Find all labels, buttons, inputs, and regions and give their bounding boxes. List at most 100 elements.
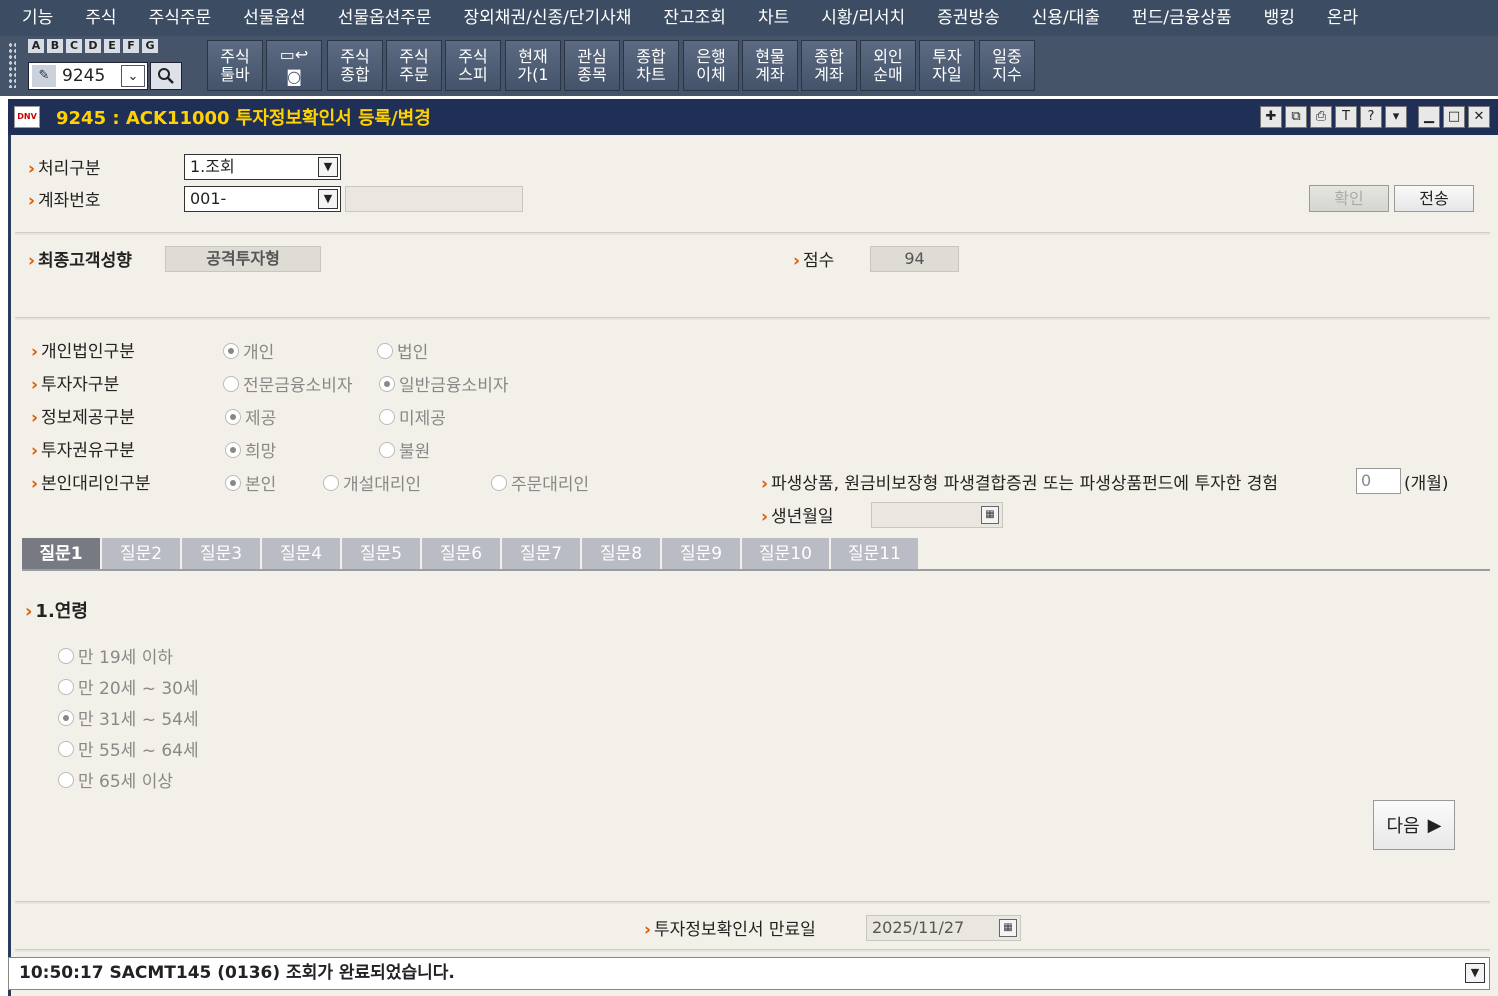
radio-circle[interactable]: [58, 647, 74, 664]
radio-option[interactable]: 개설대리인: [323, 470, 421, 495]
next-button[interactable]: 다음 ▶: [1373, 800, 1455, 850]
radio-circle[interactable]: [379, 441, 395, 458]
menu-item[interactable]: 펀드/금융상품: [1116, 0, 1248, 36]
toolbar-shortcut-button[interactable]: 투자자일: [919, 40, 975, 91]
answer-option[interactable]: 만 31세 ~ 54세: [58, 705, 199, 730]
close-icon[interactable]: ✕: [1468, 106, 1490, 128]
radio-circle[interactable]: [223, 342, 239, 359]
tab-question-4[interactable]: 질문4: [262, 538, 340, 570]
tab-question-5[interactable]: 질문5: [342, 538, 420, 570]
derivatives-months-input[interactable]: 0: [1356, 468, 1401, 494]
radio-option[interactable]: 제공: [225, 404, 276, 429]
screen-number-input[interactable]: 9245: [56, 66, 121, 86]
radio-circle[interactable]: [58, 740, 74, 757]
toolbar-shortcut-button[interactable]: 현재가(1: [505, 40, 561, 91]
menu-item[interactable]: 시황/리서치: [805, 0, 921, 36]
radio-option[interactable]: 희망: [225, 437, 276, 462]
toolbar-shortcut-button[interactable]: 주식주문: [386, 40, 442, 91]
toolbar-shortcut-button[interactable]: 은행이체: [683, 40, 739, 91]
send-button[interactable]: 전송: [1394, 185, 1474, 212]
tab-question-11[interactable]: 질문11: [831, 538, 918, 570]
dropdown-icon[interactable]: ▾: [1385, 106, 1407, 128]
menu-item[interactable]: 증권방송: [921, 0, 1016, 36]
radio-circle[interactable]: [379, 408, 395, 425]
radio-circle[interactable]: [377, 342, 393, 359]
menu-item[interactable]: 뱅킹: [1248, 0, 1311, 36]
toolbar-shortcut-button[interactable]: 현물계좌: [742, 40, 798, 91]
tab-question-10[interactable]: 질문10: [742, 538, 829, 570]
toolbar-shortcut-button[interactable]: 외인순매: [860, 40, 916, 91]
radio-circle[interactable]: [225, 441, 241, 458]
menu-item[interactable]: 신용/대출: [1016, 0, 1116, 36]
screen-group-tab[interactable]: B: [47, 39, 63, 53]
menu-item[interactable]: 잔고조회: [647, 0, 742, 36]
chevron-down-icon[interactable]: ▼: [318, 189, 338, 209]
radio-circle[interactable]: [225, 408, 241, 425]
toolbar-shortcut-button[interactable]: 일중지수: [979, 40, 1035, 91]
screen-group-tab[interactable]: G: [142, 39, 158, 53]
radio-circle[interactable]: [58, 771, 74, 788]
radio-circle[interactable]: [225, 474, 241, 491]
calendar-icon[interactable]: ▦: [999, 919, 1017, 937]
radio-option[interactable]: 일반금융소비자: [379, 371, 508, 396]
tab-question-2[interactable]: 질문2: [102, 538, 180, 570]
answer-option[interactable]: 만 19세 이하: [58, 643, 173, 668]
screen-group-tab[interactable]: E: [104, 39, 120, 53]
birthdate-input[interactable]: ▦: [871, 502, 1003, 528]
menu-item[interactable]: 주식주문: [133, 0, 228, 36]
help-icon[interactable]: ?: [1360, 106, 1382, 128]
radio-option[interactable]: 본인: [225, 470, 276, 495]
pin-icon[interactable]: ✚: [1260, 106, 1282, 128]
radio-option[interactable]: 개인: [223, 338, 274, 363]
toolbar-shortcut-button[interactable]: 종합계좌: [801, 40, 857, 91]
calendar-icon[interactable]: ▦: [981, 506, 999, 524]
chevron-down-icon[interactable]: ▼: [318, 157, 338, 177]
minimize-icon[interactable]: ▁: [1418, 106, 1440, 128]
radio-circle[interactable]: [379, 375, 395, 392]
print-icon[interactable]: ⎙: [1310, 106, 1332, 128]
menu-item[interactable]: 차트: [742, 0, 805, 36]
radio-circle[interactable]: [323, 474, 339, 491]
answer-option[interactable]: 만 55세 ~ 64세: [58, 736, 199, 761]
toolbar-shortcut-button[interactable]: 관심종목: [564, 40, 620, 91]
chevron-down-icon[interactable]: ⌄: [121, 65, 145, 87]
screen-group-tab[interactable]: F: [123, 39, 139, 53]
menu-item[interactable]: 온라: [1311, 0, 1374, 36]
radio-circle[interactable]: [58, 678, 74, 695]
answer-option[interactable]: 만 20세 ~ 30세: [58, 674, 199, 699]
menu-item[interactable]: 선물옵션: [227, 0, 322, 36]
account-select[interactable]: 001- ▼: [184, 186, 341, 212]
menu-item[interactable]: 주식: [69, 0, 132, 36]
maximize-icon[interactable]: □: [1443, 106, 1465, 128]
radio-option[interactable]: 주문대리인: [491, 470, 589, 495]
radio-option[interactable]: 미제공: [379, 404, 446, 429]
edit-icon[interactable]: ✎: [32, 65, 56, 87]
menu-item[interactable]: 장외채권/신종/단기사채: [448, 0, 648, 36]
tab-question-9[interactable]: 질문9: [662, 538, 740, 570]
link-icon[interactable]: ⧉: [1285, 106, 1307, 128]
confirm-button[interactable]: 확인: [1309, 185, 1389, 212]
chevron-down-icon[interactable]: ▼: [1465, 963, 1485, 983]
tab-question-6[interactable]: 질문6: [422, 538, 500, 570]
screen-group-tab[interactable]: C: [66, 39, 82, 53]
tab-question-3[interactable]: 질문3: [182, 538, 260, 570]
text-icon[interactable]: T: [1335, 106, 1357, 128]
radio-circle[interactable]: [491, 474, 507, 491]
radio-option[interactable]: 전문금융소비자: [223, 371, 352, 396]
search-button[interactable]: [150, 62, 182, 90]
menu-item[interactable]: 기능: [0, 0, 69, 36]
answer-option[interactable]: 만 65세 이상: [58, 767, 173, 792]
toolbar-shortcut-button[interactable]: 주식종합: [327, 40, 383, 91]
radio-circle[interactable]: [58, 709, 74, 726]
toolbar-shortcut-button[interactable]: 주식툴바: [207, 40, 263, 91]
tab-question-1[interactable]: 질문1: [22, 538, 100, 570]
tab-question-7[interactable]: 질문7: [502, 538, 580, 570]
tab-question-8[interactable]: 질문8: [582, 538, 660, 570]
menu-item[interactable]: 선물옵션주문: [322, 0, 448, 36]
toolbar-shortcut-button[interactable]: 종합차트: [623, 40, 679, 91]
process-select[interactable]: 1.조회 ▼: [184, 154, 341, 180]
screen-group-tab[interactable]: A: [28, 39, 44, 53]
toolbar-shortcut-button[interactable]: 주식스피: [445, 40, 501, 91]
radio-circle[interactable]: [223, 375, 239, 392]
radio-option[interactable]: 법인: [377, 338, 428, 363]
